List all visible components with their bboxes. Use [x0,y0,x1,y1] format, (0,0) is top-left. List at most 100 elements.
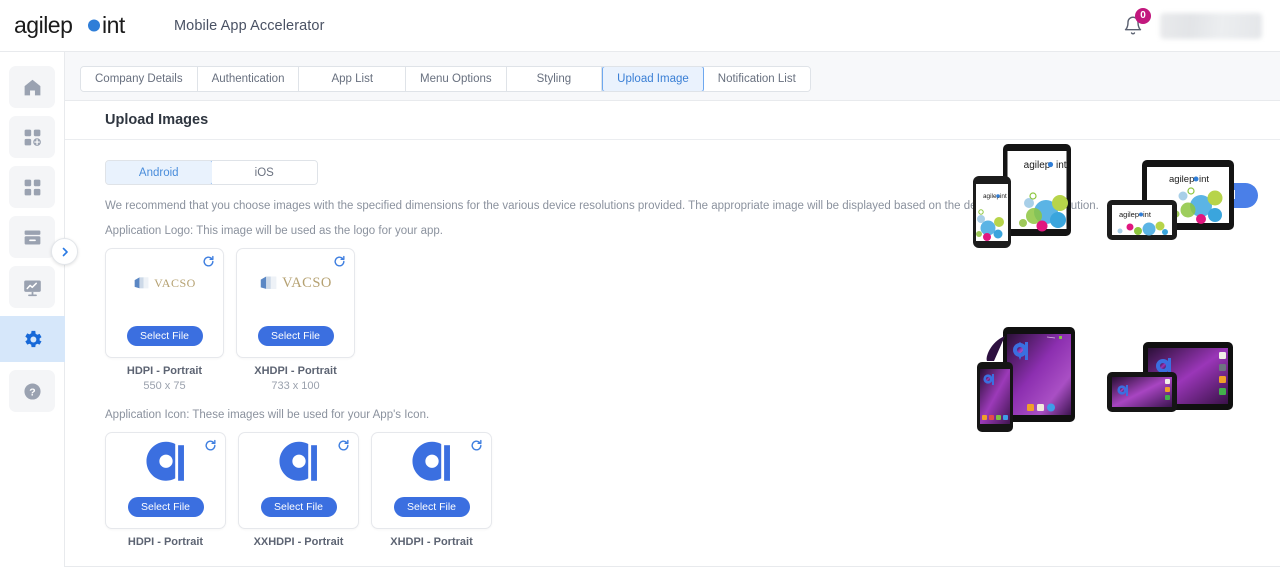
icon-preview [106,433,225,492]
vacso-wordmark: VACSO [154,275,196,290]
device-preview-logo-portrait: agilep int agilep int [970,140,1088,260]
home-icon [24,79,40,95]
notification-badge: 0 [1135,7,1151,24]
panel-body: Reset All Android iOS We recommend that … [65,140,1280,550]
upload-card[interactable]: VACSO Select File [236,248,355,359]
app-add-icon [24,129,41,146]
icon-preview [239,433,358,492]
upload-card[interactable]: Select File [105,431,226,529]
svg-text:agilep: agilep [1169,174,1194,185]
sidebar-item-apps[interactable] [9,166,55,208]
svg-text:int: int [102,12,126,38]
card-dimensions: 550 x 75 [143,379,186,392]
platform-option-ios[interactable]: iOS [211,161,317,184]
tab-notification-list[interactable]: Notification List [703,67,810,91]
upload-card[interactable]: Select File [238,431,359,529]
phone-tablet-landscape-logo-icon: agilep int agilep int [1107,160,1234,240]
svg-text:?: ? [29,386,35,398]
main-content: Company Details Authentication App List … [65,52,1280,567]
sidebar-item-archive[interactable] [9,216,55,258]
phone-tablet-portrait-logo-icon: agilep int agilep int [973,144,1071,248]
tab-menu-options[interactable]: Menu Options [406,67,507,91]
application-icon-label: Application Icon: These images will be u… [105,408,430,421]
select-file-button[interactable]: Select File [126,326,203,347]
icon-preview [372,433,491,492]
user-profile-name[interactable] [1160,12,1262,39]
tab-authentication[interactable]: Authentication [197,67,300,91]
card-caption: XXHDPI - Portrait [253,535,344,548]
help-icon: ? [23,382,41,400]
logo-card-xhdpi: VACSO Select File XHDPI - Portrait 733 x… [236,248,355,394]
svg-text:agilep: agilep [14,12,72,38]
svg-text:agilep: agilep [1119,210,1139,219]
agilepoint-logo[interactable]: agilep int [14,9,154,43]
upload-images-panel: Upload Images Reset All Android iOS We r… [65,100,1280,567]
tab-app-list[interactable]: App List [299,67,407,91]
page-title: Upload Images [105,112,209,128]
notifications-button[interactable]: 0 [1118,7,1151,41]
upload-card[interactable]: Select File [371,431,492,529]
vacso-logo: VACSO [259,275,332,292]
vacso-box-icon [134,276,149,288]
card-caption: HDPI - Portrait [127,535,204,548]
sidebar-item-add-app[interactable] [9,116,55,158]
vacso-logo: VACSO [133,276,196,291]
svg-text:int: int [1056,160,1067,171]
card-caption: HDPI - Portrait [126,365,203,378]
agilepoint-mark-icon [278,441,317,482]
gear-icon [25,330,42,347]
vacso-box-icon [260,276,277,289]
tab-company-details[interactable]: Company Details [81,67,198,91]
select-file-button[interactable]: Select File [127,496,204,517]
select-file-button[interactable]: Select File [257,326,334,347]
card-caption: XHDPI - Portrait [390,535,473,548]
tab-styling[interactable]: Styling [506,67,603,91]
tab-upload-image[interactable]: Upload Image [602,67,704,91]
upload-card[interactable]: VACSO Select File [105,248,224,359]
logo-preview: VACSO [237,249,354,317]
phone-tablet-portrait-icon-icon [977,327,1075,432]
svg-text:int: int [1143,210,1152,219]
sidebar-item-settings[interactable] [0,316,65,362]
apps-grid-icon [24,179,40,195]
chevron-right-icon [62,247,68,256]
application-logo-label: Application Logo: This image will be use… [105,225,443,238]
app-header: agilep int Mobile App Accelerator 0 [0,0,1280,52]
icon-card-hdpi: Select File HDPI - Portrait [105,431,226,550]
recommendation-text: We recommend that you choose images with… [105,200,1099,212]
tab-bar: Company Details Authentication App List … [65,52,1280,100]
card-dimensions: 733 x 100 [271,379,320,392]
device-preview-icon-landscape [1105,340,1235,437]
logo-card-row: VACSO Select File HDPI - Portrait 550 x … [105,248,1280,394]
agilepoint-mark-icon [145,441,184,482]
svg-text:int: int [1199,174,1209,185]
sidebar-item-home[interactable] [9,66,55,108]
platform-option-android[interactable]: Android [106,161,213,184]
icon-card-row: Select File HDPI - Portrait Select File … [105,431,1280,550]
svg-text:int: int [1000,193,1007,200]
platform-toggle: Android iOS [105,160,318,185]
header-actions: 0 [1118,7,1262,41]
analytics-icon [23,280,41,296]
logo-preview: VACSO [106,249,223,317]
app-title: Mobile App Accelerator [174,17,325,34]
card-caption: XHDPI - Portrait [254,365,337,378]
device-preview-logo-landscape: agilep int agilep int [1105,158,1235,258]
logo-card-hdpi: VACSO Select File HDPI - Portrait 550 x … [105,248,224,394]
sidebar-item-analytics[interactable] [9,266,55,308]
panel-header: Upload Images [65,101,1280,140]
vacso-wordmark: VACSO [282,274,332,291]
sidebar-item-help[interactable]: ? [9,370,55,412]
archive-icon [24,230,40,244]
tabs-group: Company Details Authentication App List … [80,66,811,92]
select-file-button[interactable]: Select File [260,496,337,517]
device-preview-icon-portrait [975,325,1090,442]
select-file-button[interactable]: Select File [393,496,470,517]
sidebar-expand-button[interactable] [51,238,78,265]
left-sidebar: ? [0,52,65,567]
svg-text:agilep: agilep [1024,160,1051,171]
icon-card-xhdpi: Select File XHDPI - Portrait [371,431,492,550]
phone-tablet-landscape-icon-icon [1107,342,1233,412]
icon-card-xxhdpi: Select File XXHDPI - Portrait [238,431,359,550]
agilepoint-mark-icon [411,441,450,482]
